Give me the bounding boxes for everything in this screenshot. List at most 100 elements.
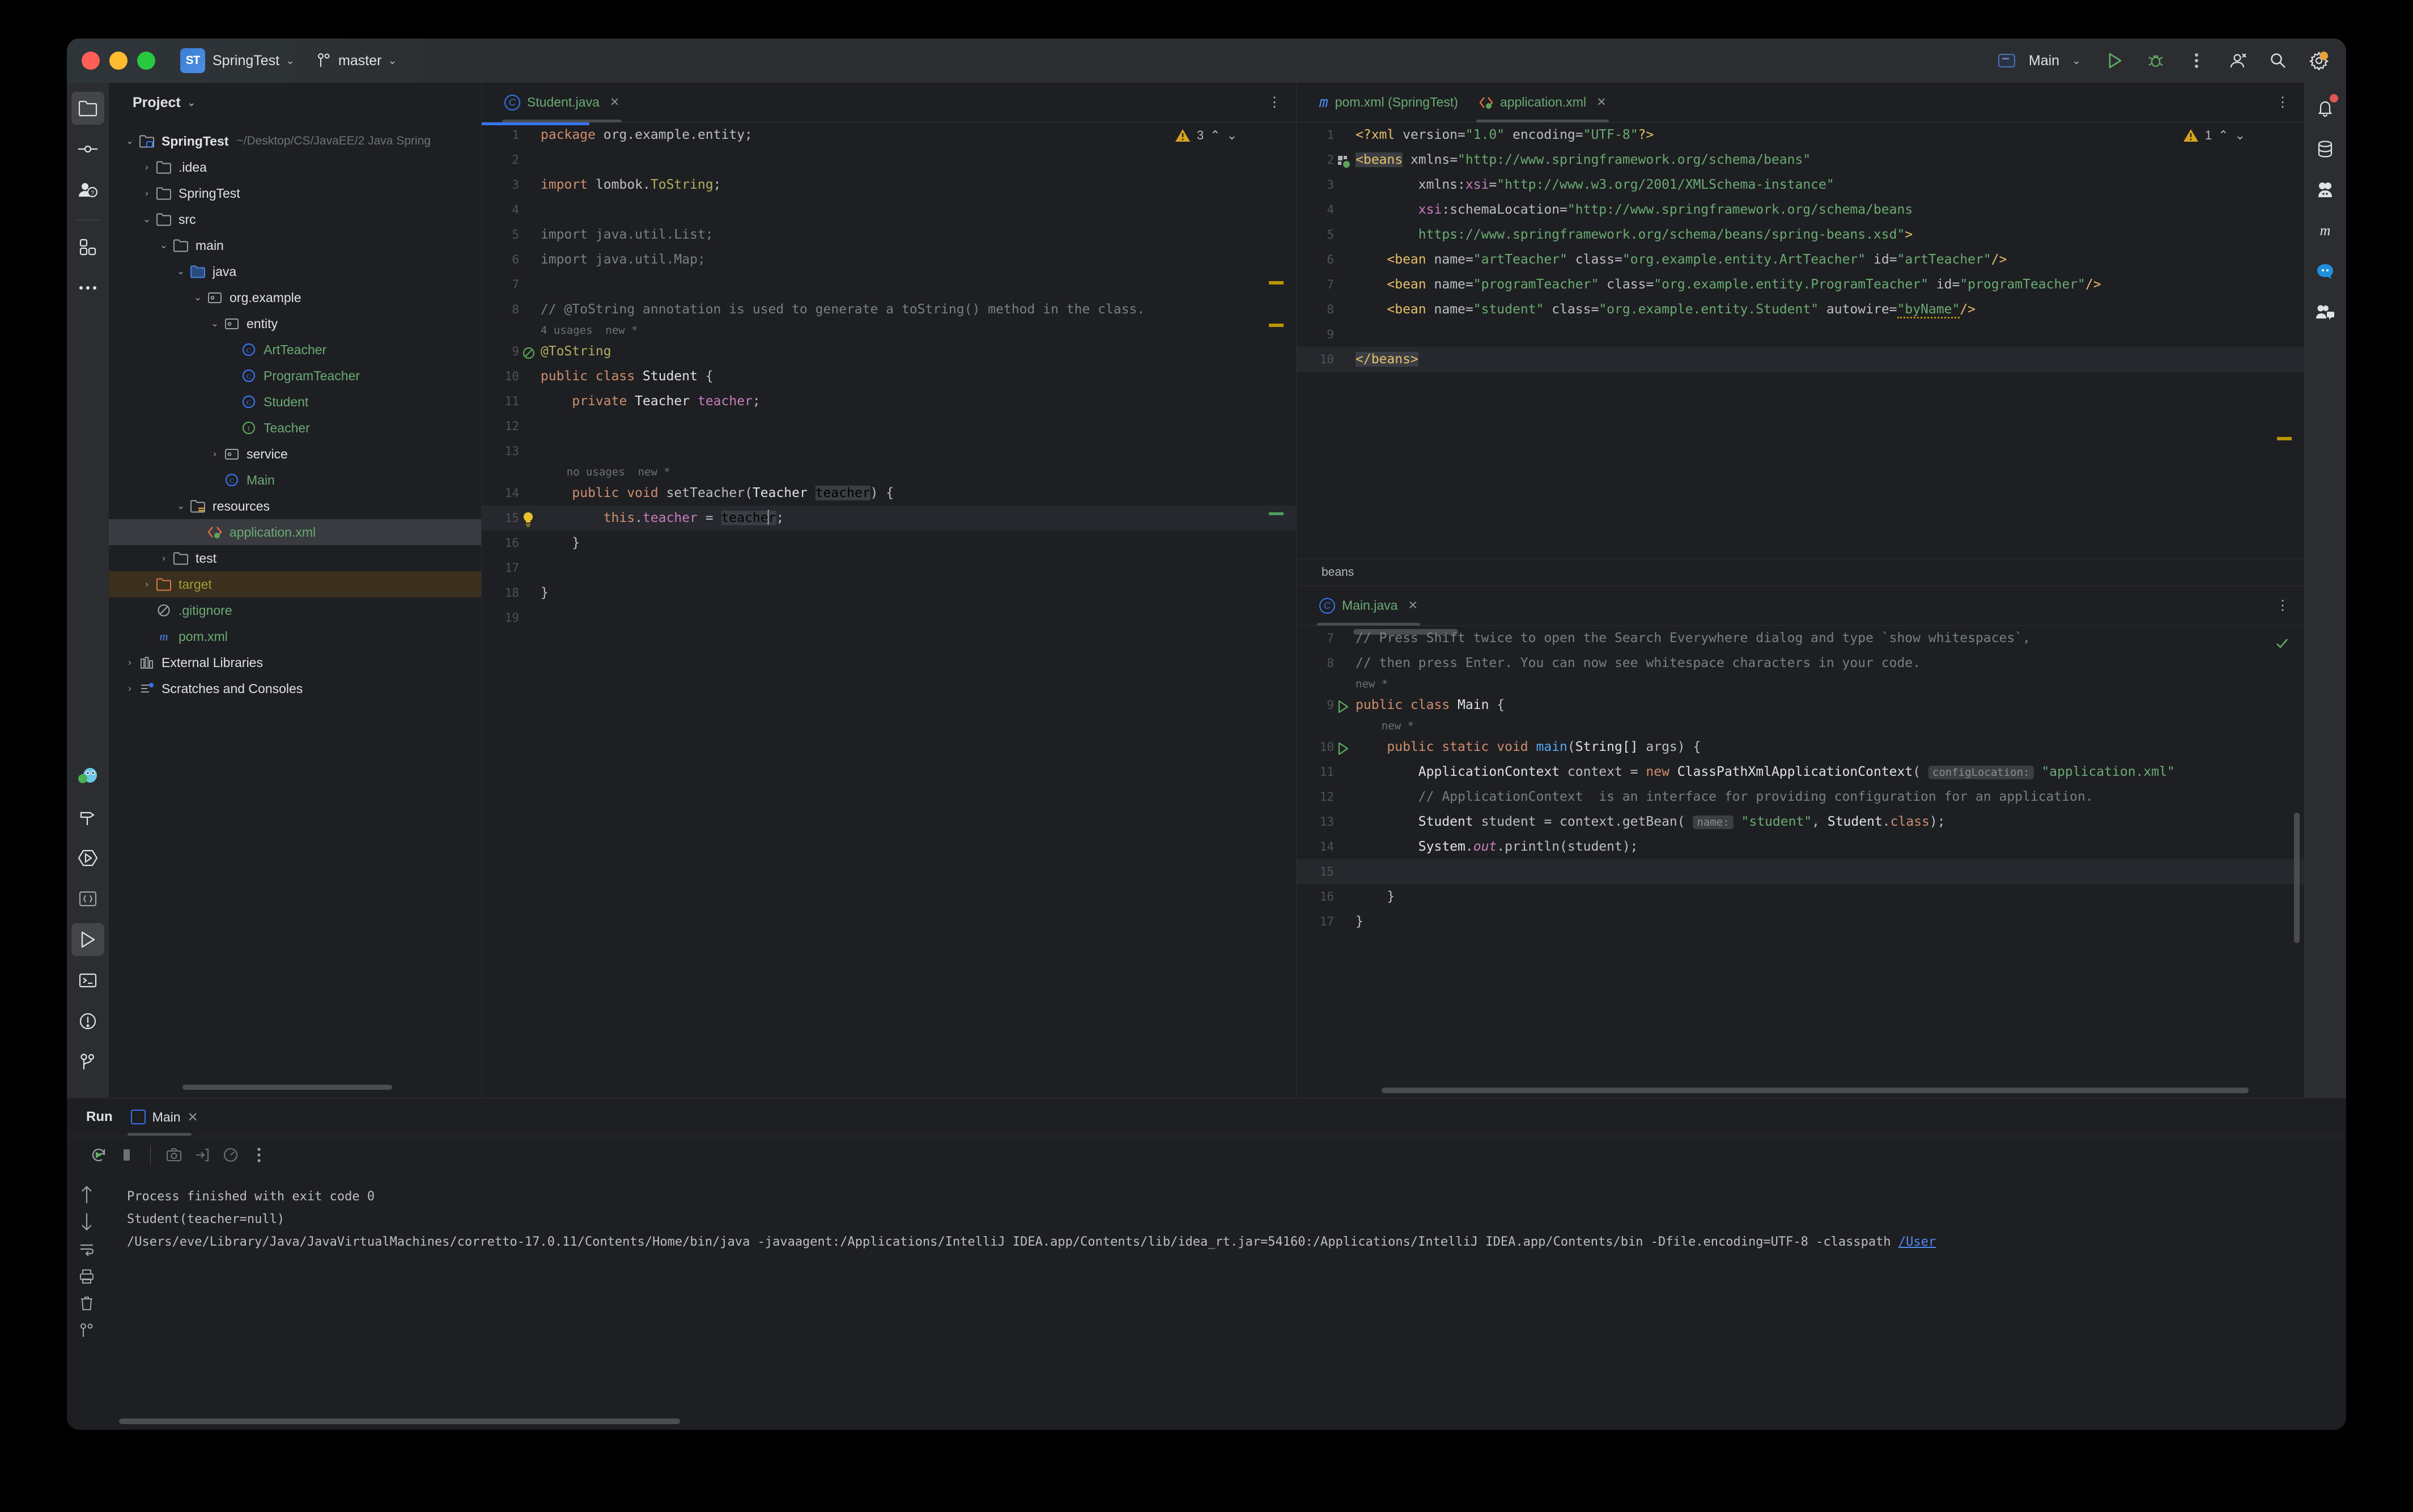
chevron-right-icon[interactable]: › bbox=[122, 683, 137, 694]
sidebar-item-run-anything[interactable] bbox=[71, 842, 104, 874]
tree-item--idea[interactable]: › .idea bbox=[109, 154, 481, 180]
close-window-button[interactable] bbox=[82, 52, 100, 70]
code-line[interactable]: 17} bbox=[1297, 909, 2304, 934]
console-horizontal-scrollbar[interactable] bbox=[119, 1418, 680, 1424]
chevron-down-icon[interactable]: ⌄ bbox=[187, 96, 196, 109]
stop-icon[interactable] bbox=[114, 1143, 139, 1167]
close-icon[interactable]: ✕ bbox=[1596, 95, 1607, 109]
code-lines[interactable]: 7 // Press Shift twice to open the Search… bbox=[1297, 626, 2304, 934]
camera-icon[interactable] bbox=[162, 1143, 186, 1167]
code-line[interactable]: 9 bbox=[1297, 322, 2304, 347]
code-line[interactable]: 5 https://www.springframework.org/schema… bbox=[1297, 222, 2304, 247]
close-icon[interactable]: ✕ bbox=[1408, 598, 1418, 613]
tree-item-application-xml[interactable]: application.xml bbox=[109, 519, 481, 545]
code-lines[interactable]: 1 package org.example.entity; 2 3 import lom… bbox=[482, 122, 1296, 630]
code-line[interactable]: 10 </beans> bbox=[1297, 347, 2304, 372]
tree-item-programteacher[interactable]: C ProgramTeacher bbox=[109, 363, 481, 389]
tree-item-resources[interactable]: ⌄ resources bbox=[109, 493, 481, 519]
code-line[interactable]: 8 // @ToString annotation is used to gene… bbox=[482, 297, 1296, 322]
run-configuration-selector[interactable]: Main ⌄ bbox=[1993, 50, 2087, 72]
code-line[interactable]: 10 public static void main(String[] args… bbox=[1297, 734, 2304, 759]
chevron-down-icon[interactable]: ⌄ bbox=[139, 214, 154, 225]
tree-item-springtest[interactable]: ⌄ SpringTest ~/Desktop/CS/JavaEE/2 Java Sp… bbox=[109, 128, 481, 154]
git-console-icon[interactable] bbox=[74, 1318, 99, 1343]
chevron-down-icon[interactable]: ⌄ bbox=[207, 318, 222, 329]
chevron-right-icon[interactable]: › bbox=[139, 579, 154, 590]
vertical-scrollbar[interactable] bbox=[2294, 813, 2300, 943]
main-java-editor[interactable]: 7 // Press Shift twice to open the Search… bbox=[1297, 626, 2304, 1098]
tree-item-teacher[interactable]: I Teacher bbox=[109, 415, 481, 441]
close-icon[interactable]: ✕ bbox=[610, 95, 620, 109]
code-vision-hint[interactable]: new * bbox=[1297, 717, 2304, 734]
tree-item-external-libraries[interactable]: › External Libraries bbox=[109, 649, 481, 676]
gutter-run-icon[interactable] bbox=[1336, 698, 1350, 723]
code-line[interactable]: 7 bbox=[482, 272, 1296, 297]
search-icon[interactable] bbox=[2266, 48, 2291, 73]
code-line[interactable]: 11 ApplicationContext context = new Clas… bbox=[1297, 759, 2304, 784]
code-line[interactable]: 6 import java.util.Map; bbox=[482, 247, 1296, 272]
ai-assistant-icon[interactable] bbox=[2309, 173, 2342, 206]
tree-item-pom-xml[interactable]: m pom.xml bbox=[109, 623, 481, 649]
trash-icon[interactable] bbox=[74, 1291, 99, 1316]
code-line[interactable]: 13 Student student = context.getBean( na… bbox=[1297, 809, 2304, 834]
notifications-icon[interactable] bbox=[2309, 92, 2342, 125]
project-tree[interactable]: ⌄ SpringTest ~/Desktop/CS/JavaEE/2 Java Sp… bbox=[109, 122, 481, 1098]
branch-selector[interactable]: master ⌄ bbox=[317, 53, 397, 69]
code-line[interactable]: 3 xmlns:xsi="http://www.w3.org/2001/XMLS… bbox=[1297, 172, 2304, 197]
chevron-down-icon[interactable]: ⌄ bbox=[173, 500, 188, 512]
chevron-right-icon[interactable]: › bbox=[156, 553, 171, 564]
code-line[interactable]: 2 <beans xmlns="http://www.springframewor… bbox=[1297, 147, 2304, 172]
xml-breadcrumb[interactable]: beans bbox=[1297, 559, 2304, 586]
tree-item-main[interactable]: C Main bbox=[109, 467, 481, 493]
profiler-icon[interactable] bbox=[218, 1143, 243, 1167]
tree-item-service[interactable]: › service bbox=[109, 441, 481, 467]
chevron-down-icon[interactable]: ⌄ bbox=[156, 240, 171, 251]
run-tab-main[interactable]: Main ✕ bbox=[127, 1098, 202, 1136]
account-icon[interactable] bbox=[2225, 48, 2250, 73]
code-line[interactable]: 6 <bean name="artTeacher" class="org.exa… bbox=[1297, 247, 2304, 272]
tab-application-xml[interactable]: application.xml ✕ bbox=[1468, 83, 1617, 122]
application-xml-editor[interactable]: 1 ⌃ ⌄ 1 <?xml version="1.0" encoding="UTF… bbox=[1297, 122, 2304, 559]
chevron-right-icon[interactable]: › bbox=[139, 162, 154, 173]
code-line[interactable]: 4 xsi:schemaLocation="http://www.springf… bbox=[1297, 197, 2304, 222]
project-panel-header[interactable]: Project ⌄ bbox=[109, 83, 481, 122]
chevron-right-icon[interactable]: › bbox=[139, 188, 154, 199]
tab-student-java[interactable]: C Student.java ✕ bbox=[494, 83, 630, 122]
code-lines[interactable]: 1 <?xml version="1.0" encoding="UTF-8"?> 2… bbox=[1297, 122, 2304, 372]
code-line[interactable]: 18} bbox=[482, 580, 1296, 605]
tree-item-java[interactable]: ⌄ java bbox=[109, 258, 481, 284]
sidebar-item-terminal-brackets[interactable] bbox=[71, 882, 104, 915]
tree-item-scratches-and-consoles[interactable]: › Scratches and Consoles bbox=[109, 676, 481, 702]
rerun-icon[interactable] bbox=[86, 1143, 111, 1167]
window-controls[interactable] bbox=[82, 52, 155, 70]
code-line[interactable]: 8 <bean name="student" class="org.exampl… bbox=[1297, 297, 2304, 322]
tree-item-springtest[interactable]: › SpringTest bbox=[109, 180, 481, 206]
tree-item-main[interactable]: ⌄ main bbox=[109, 232, 481, 258]
chevron-down-icon[interactable]: ⌄ bbox=[122, 135, 137, 147]
tree-item-entity[interactable]: ⌄ entity bbox=[109, 311, 481, 337]
maven-icon[interactable]: m bbox=[2309, 214, 2342, 247]
sidebar-item-project[interactable] bbox=[71, 92, 104, 125]
print-icon[interactable] bbox=[74, 1264, 99, 1289]
scroll-down-icon[interactable] bbox=[74, 1209, 99, 1234]
editor-options-icon[interactable]: ⋮ bbox=[2276, 94, 2289, 111]
code-line[interactable]: 19 bbox=[482, 605, 1296, 630]
code-line[interactable]: 1 <?xml version="1.0" encoding="UTF-8"?> bbox=[1297, 122, 2304, 147]
prev-problem-icon[interactable]: ⌃ bbox=[2218, 128, 2228, 143]
code-line[interactable]: 12 bbox=[482, 414, 1296, 439]
tree-item-org-example[interactable]: ⌄ org.example bbox=[109, 284, 481, 311]
maximize-window-button[interactable] bbox=[137, 52, 155, 70]
code-line[interactable]: 17 bbox=[482, 555, 1296, 580]
sidebar-item-terminal[interactable] bbox=[71, 964, 104, 997]
soft-wrap-icon[interactable] bbox=[74, 1237, 99, 1262]
sidebar-item-run[interactable] bbox=[71, 923, 104, 956]
code-line[interactable]: 7 <bean name="programTeacher" class="org… bbox=[1297, 272, 2304, 297]
sidebar-item-commit[interactable] bbox=[71, 133, 104, 165]
inspection-warnings-badge[interactable]: 1 ⌃ ⌄ bbox=[2183, 128, 2245, 143]
code-line[interactable]: 10 public class Student { bbox=[482, 364, 1296, 389]
code-line[interactable]: 15 bbox=[1297, 859, 2304, 884]
code-line[interactable]: 11 private Teacher teacher; bbox=[482, 389, 1296, 414]
code-line[interactable]: 5 import java.util.List; bbox=[482, 222, 1296, 247]
code-line[interactable]: 12 // ApplicationContext is an interface… bbox=[1297, 784, 2304, 809]
tab-pom-xml[interactable]: m pom.xml (SpringTest) bbox=[1309, 83, 1468, 122]
